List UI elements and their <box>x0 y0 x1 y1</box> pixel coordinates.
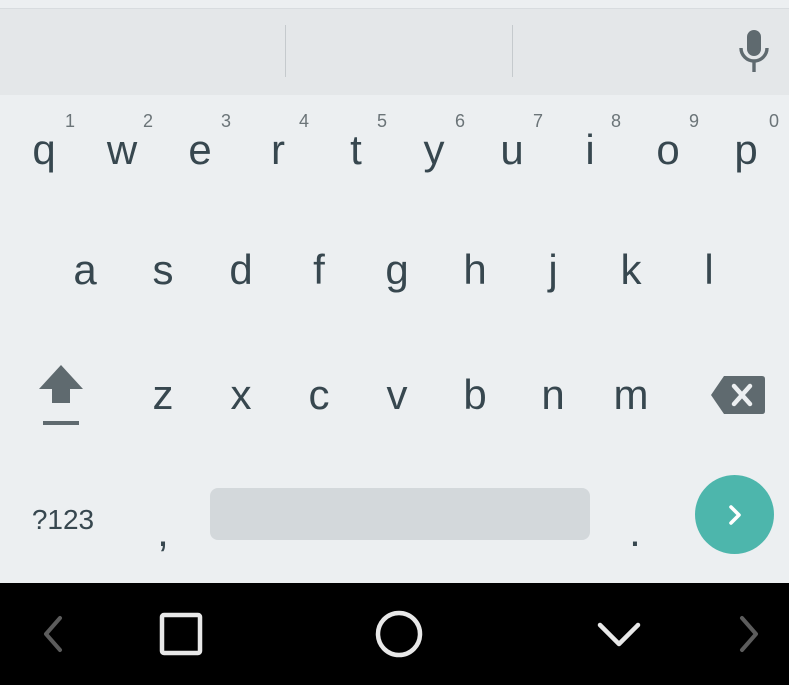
chevron-down-icon <box>597 622 641 647</box>
key-label: w <box>106 126 138 173</box>
key-label: j <box>548 246 558 293</box>
key-q[interactable]: 1 q <box>5 100 83 200</box>
backspace-key[interactable] <box>688 345 788 445</box>
key-hint: 7 <box>533 111 544 131</box>
key-x[interactable]: x <box>202 345 280 445</box>
period-key[interactable]: . <box>596 470 674 570</box>
key-c[interactable]: c <box>280 345 358 445</box>
circle-icon <box>375 610 423 658</box>
key-d[interactable]: d <box>202 220 280 320</box>
backspace-icon <box>711 376 765 414</box>
key-label: z <box>152 371 174 418</box>
key-u[interactable]: 7 u <box>473 100 551 200</box>
key-i[interactable]: 8 i <box>551 100 629 200</box>
key-w[interactable]: 2 w <box>83 100 161 200</box>
key-label: r <box>271 126 285 173</box>
nav-forward-button[interactable] <box>716 601 782 667</box>
spacebar[interactable] <box>210 488 590 540</box>
key-r[interactable]: 4 r <box>239 100 317 200</box>
key-hint: 6 <box>455 111 466 131</box>
key-label: q <box>32 126 56 173</box>
chevron-right-icon <box>740 616 758 652</box>
keyboard: 1 q 2 w 3 e 4 r 5 t 6 y 7 u 8 i 9 o 0 p … <box>0 95 789 583</box>
key-label: m <box>613 371 649 418</box>
key-label: i <box>585 126 595 173</box>
key-label: s <box>152 246 174 293</box>
key-label: x <box>230 371 252 418</box>
key-hint: 2 <box>143 111 154 131</box>
nav-hide-keyboard-button[interactable] <box>586 601 652 667</box>
shift-icon <box>38 365 83 425</box>
key-v[interactable]: v <box>358 345 436 445</box>
key-label: y <box>423 126 445 173</box>
enter-button[interactable] <box>695 475 774 554</box>
key-hint: 9 <box>689 111 700 131</box>
key-label: d <box>229 246 253 293</box>
key-n[interactable]: n <box>514 345 592 445</box>
key-m[interactable]: m <box>592 345 670 445</box>
key-hint: 0 <box>769 111 780 131</box>
key-j[interactable]: j <box>514 220 592 320</box>
key-g[interactable]: g <box>358 220 436 320</box>
key-label: b <box>463 371 487 418</box>
key-label: o <box>656 126 680 173</box>
key-label: t <box>350 126 362 173</box>
key-y[interactable]: 6 y <box>395 100 473 200</box>
key-p[interactable]: 0 p <box>707 100 785 200</box>
key-z[interactable]: z <box>124 345 202 445</box>
suggestion-left[interactable] <box>0 9 285 95</box>
nav-recents-button[interactable] <box>148 601 214 667</box>
key-k[interactable]: k <box>592 220 670 320</box>
key-l[interactable]: l <box>670 220 748 320</box>
suggestion-center[interactable] <box>286 9 512 95</box>
comma-label: , <box>157 508 169 555</box>
square-icon <box>159 612 203 656</box>
key-hint: 1 <box>65 111 76 131</box>
key-label: g <box>385 246 409 293</box>
key-e[interactable]: 3 e <box>161 100 239 200</box>
key-label: h <box>463 246 487 293</box>
nav-back-button[interactable] <box>20 601 86 667</box>
key-label: f <box>313 246 325 293</box>
chevron-left-icon <box>44 616 62 652</box>
key-hint: 8 <box>611 111 622 131</box>
comma-key[interactable]: , <box>124 470 202 570</box>
suggestion-strip <box>0 8 789 95</box>
key-label: e <box>188 126 212 173</box>
key-o[interactable]: 9 o <box>629 100 707 200</box>
key-b[interactable]: b <box>436 345 514 445</box>
key-label: c <box>308 371 330 418</box>
microphone-icon <box>739 30 769 72</box>
symbols-label: ?123 <box>31 504 95 535</box>
shift-key[interactable] <box>8 345 113 445</box>
key-label: u <box>500 126 524 173</box>
key-h[interactable]: h <box>436 220 514 320</box>
key-label: p <box>734 126 758 173</box>
chevron-right-icon <box>728 504 741 525</box>
navigation-bar <box>0 583 789 685</box>
period-label: . <box>629 508 641 555</box>
key-s[interactable]: s <box>124 220 202 320</box>
key-label: n <box>541 371 565 418</box>
voice-input-button[interactable] <box>720 17 788 87</box>
key-a[interactable]: a <box>46 220 124 320</box>
key-hint: 3 <box>221 111 232 131</box>
key-f[interactable]: f <box>280 220 358 320</box>
key-label: k <box>620 246 642 293</box>
key-hint: 5 <box>377 111 388 131</box>
key-hint: 4 <box>299 111 310 131</box>
key-t[interactable]: 5 t <box>317 100 395 200</box>
key-label: a <box>73 246 97 293</box>
nav-home-button[interactable] <box>366 601 432 667</box>
suggestion-right[interactable] <box>513 9 713 95</box>
key-label: l <box>704 246 714 293</box>
key-label: v <box>386 371 408 418</box>
symbols-key[interactable]: ?123 <box>8 470 118 570</box>
